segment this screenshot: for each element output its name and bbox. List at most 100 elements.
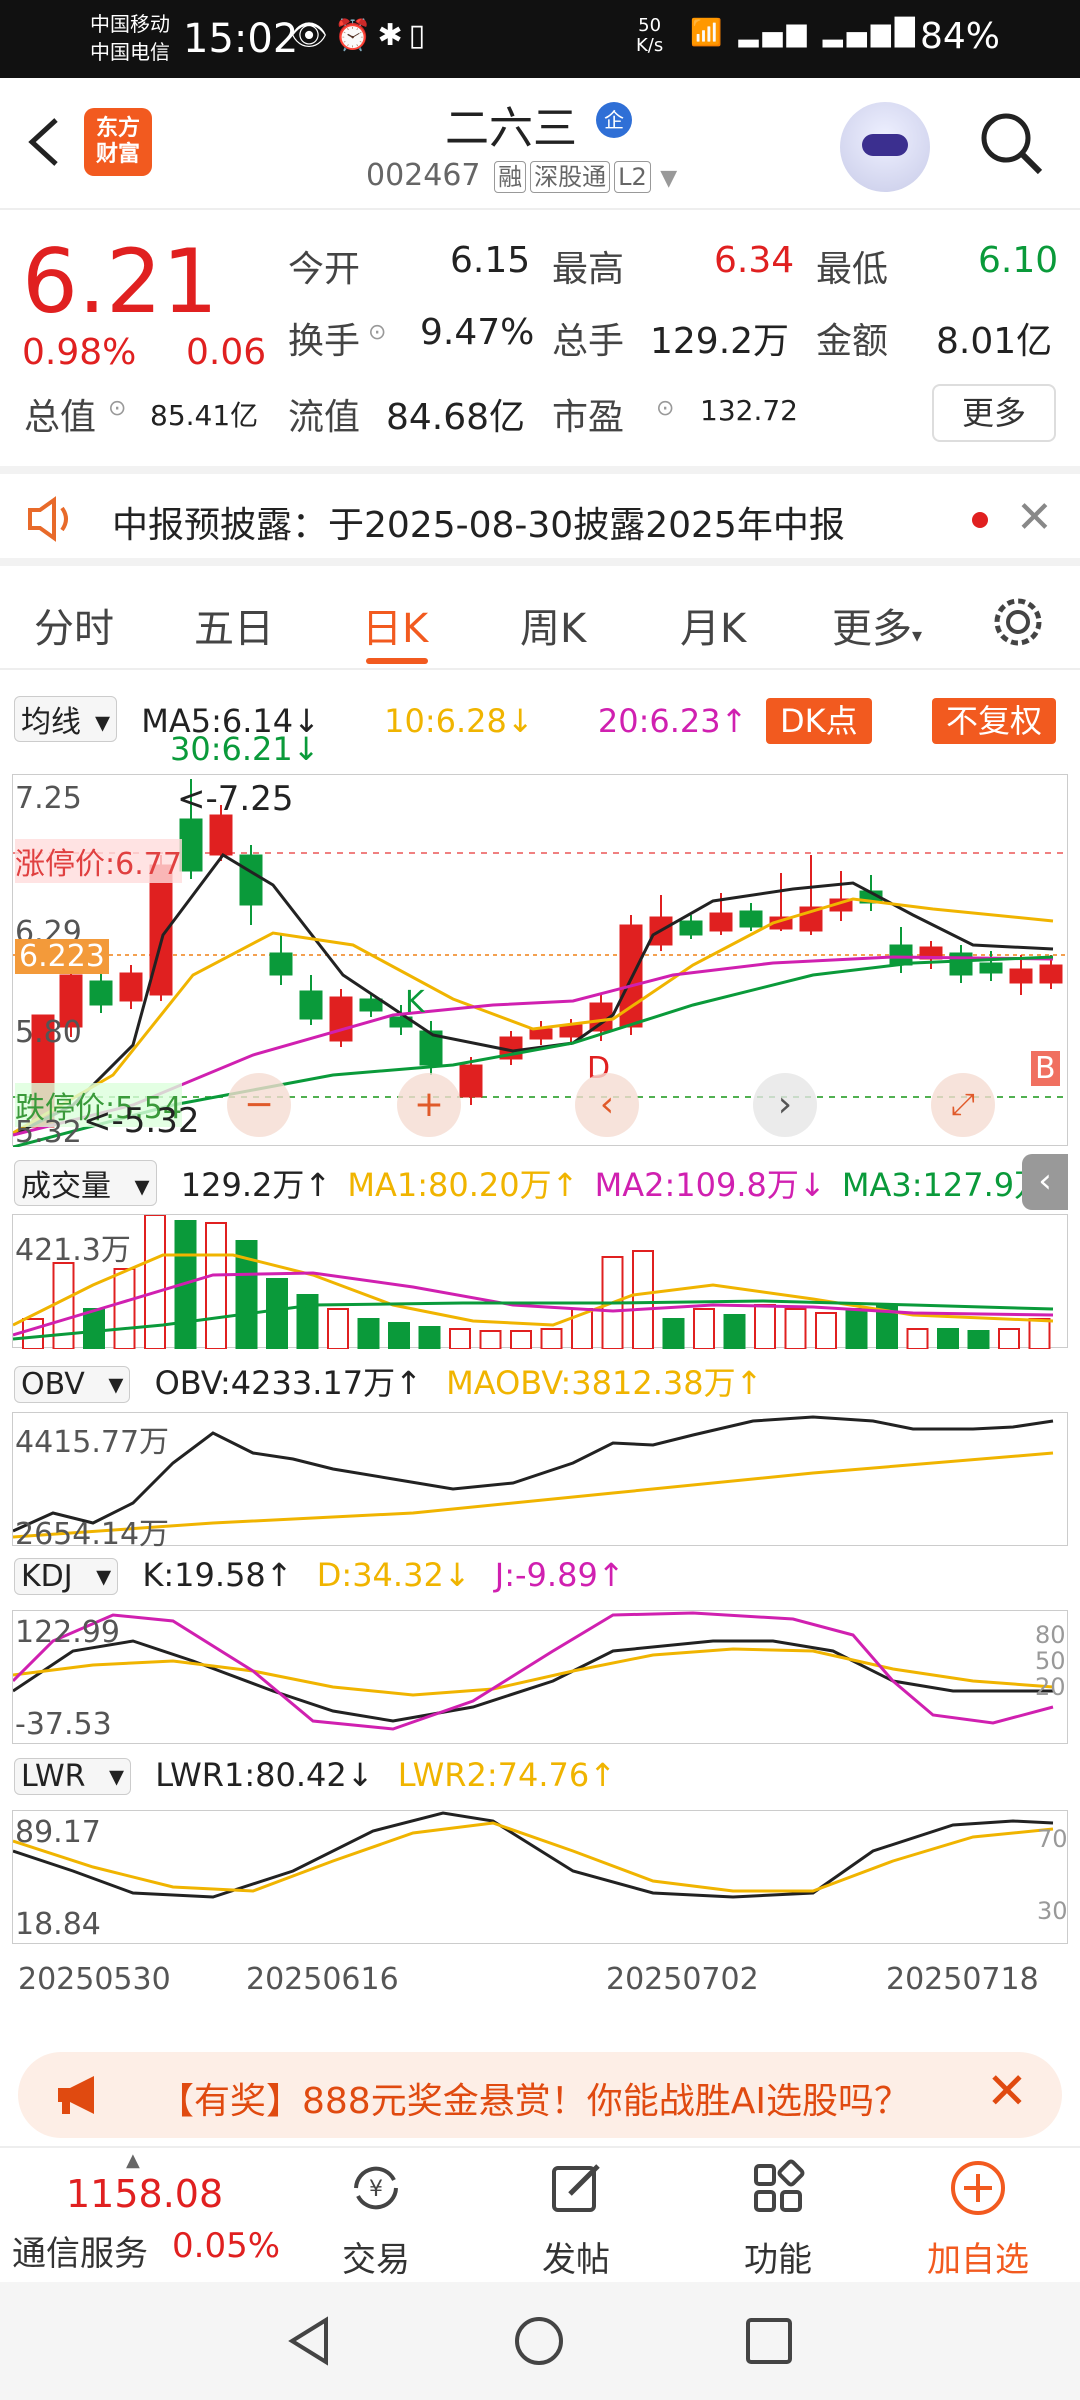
candle-body [359, 998, 383, 1012]
obv-chart: 4415.77万 2654.14万 [12, 1412, 1068, 1552]
kdj-selector-label: KDJ [21, 1559, 73, 1594]
volume-bar [357, 1318, 380, 1350]
tab-daily-k[interactable]: 日K [362, 596, 428, 654]
high-label: 最高 [552, 249, 625, 290]
speaker-icon [28, 496, 68, 542]
trade-button[interactable]: ¥ 交易 [306, 2148, 446, 2284]
collapse-panel-icon[interactable]: ‹ [1022, 1154, 1068, 1210]
volume-bar [845, 1308, 868, 1350]
lwr-selector-label: LWR [21, 1759, 86, 1794]
market-cap-label: 总值 [24, 397, 97, 438]
volume-bar [510, 1330, 532, 1350]
ma-selector[interactable]: 均线 ▾ [14, 696, 118, 742]
pe-value: 132.72 [700, 394, 798, 427]
volume-bar [632, 1250, 654, 1350]
nav-recents-icon[interactable] [742, 2314, 796, 2368]
pe-label: 市盈 [552, 397, 625, 438]
sector-index[interactable]: ▲ 1158.08 通信服务 0.05% [0, 2148, 290, 2284]
tab-weekly-k[interactable]: 周K [520, 596, 586, 654]
kline-chart[interactable]: 7.25 <-7.25 涨停价:6.77 6.29 6.223 5.80 跌停价… [12, 774, 1069, 1150]
candle-body [979, 962, 1003, 974]
fullscreen-icon[interactable]: ⤢ [931, 1073, 995, 1137]
scroll-right-icon[interactable]: › [753, 1073, 817, 1137]
lwr1-value: LWR1:80.42↓ [155, 1756, 374, 1794]
zoom-out-icon[interactable]: − [227, 1073, 291, 1137]
battery-level: 84% [920, 16, 1001, 57]
volume-max-label: 421.3万 [15, 1233, 131, 1268]
add-watchlist-button[interactable]: 加自选 [908, 2148, 1048, 2284]
volume-bar [815, 1312, 837, 1350]
nav-home-icon[interactable] [512, 2314, 566, 2368]
maobv-value: MAOBV:3812.38万↑ [446, 1364, 763, 1402]
more-button[interactable]: 更多 [932, 384, 1056, 442]
add-watchlist-label: 加自选 [927, 2240, 1029, 2280]
tag-l2: L2 [614, 161, 651, 193]
net-speed-unit: K/s [636, 35, 664, 56]
tab-five-day[interactable]: 五日 [194, 596, 274, 654]
candle-body [529, 1028, 553, 1040]
lwr-legend: LWR ▾ LWR1:80.42↓ LWR2:74.76↑ [14, 1756, 630, 1795]
info-icon[interactable]: ⊙ [656, 396, 674, 421]
low-marker: <-5.32 [83, 1101, 200, 1141]
current-price-tag: 6.223 [15, 939, 109, 974]
app-logo[interactable]: 东方 财富 [84, 108, 152, 176]
clock: 15:02 [183, 16, 299, 62]
search-icon[interactable] [976, 108, 1046, 178]
volume-label: 总手 [552, 321, 625, 362]
info-icon[interactable]: ⊙ [368, 320, 386, 345]
volume-selector-label: 成交量 [21, 1169, 111, 1204]
tab-timeshare[interactable]: 分时 [34, 596, 114, 654]
close-icon[interactable]: ✕ [986, 2062, 1028, 2120]
functions-button[interactable]: 功能 [708, 2148, 848, 2284]
nav-back-icon[interactable] [282, 2314, 336, 2368]
lwr-selector[interactable]: LWR ▾ [14, 1758, 132, 1795]
ma10-value: 10:6.28↓ [384, 702, 534, 740]
status-icons: 👁⏰✱▯ [290, 18, 432, 53]
obv-selector[interactable]: OBV ▾ [14, 1366, 131, 1403]
promo-banner[interactable]: 【有奖】888元奖金悬赏！你能战胜AI选股吗？ ✕ [18, 2052, 1062, 2138]
candle-body [1009, 968, 1033, 984]
grid-icon [754, 2159, 805, 2212]
scroll-left-icon[interactable]: ‹ [575, 1073, 639, 1137]
lwr-ref-70: 70 [1037, 1825, 1068, 1853]
obv-max-label: 4415.77万 [15, 1425, 170, 1460]
candle-body [459, 1064, 483, 1098]
dk-point-button[interactable]: DK点 [766, 698, 872, 744]
volume-bar [205, 1222, 227, 1350]
stock-code-row[interactable]: 002467 融深股通 L2 ▼ [366, 158, 677, 193]
amount-value: 8.01亿 [936, 321, 1053, 362]
tab-monthly-k[interactable]: 月K [680, 596, 746, 654]
change-amount: 0.06 [186, 332, 267, 373]
tab-more[interactable]: 更多▾ [832, 596, 922, 654]
kdj-selector[interactable]: KDJ ▾ [14, 1558, 119, 1595]
assistant-robot-avatar[interactable] [840, 102, 930, 192]
info-icon[interactable]: ⊙ [108, 396, 126, 421]
open-value: 6.15 [450, 240, 531, 281]
turnover-label: 换手 [288, 321, 361, 362]
candle-body [269, 952, 293, 976]
post-button[interactable]: 发帖 [506, 2148, 646, 2284]
close-icon[interactable]: ✕ [1016, 492, 1053, 543]
date-label-4: 20250718 [886, 1962, 1039, 1997]
tag-margin: 融 [494, 161, 527, 193]
stock-name: 二六三 [445, 103, 577, 154]
plus-circle-icon [951, 2161, 1005, 2215]
volume-legend: 成交量 ▾ 129.2万↑ MA1:80.20万↑ MA2:109.8万↓ MA… [14, 1160, 1080, 1206]
kdj-ref-20: 20 [1035, 1673, 1066, 1701]
zoom-in-icon[interactable]: + [397, 1073, 461, 1137]
low-label: 最低 [816, 249, 889, 290]
volume-bar [144, 1214, 166, 1350]
period-tabs: 分时 五日 日K 周K 月K 更多▾ [0, 574, 1080, 670]
dropdown-triangle-icon: ▾ [912, 623, 923, 647]
gear-icon[interactable] [990, 594, 1046, 650]
volume-bar [540, 1328, 563, 1350]
back-arrow-icon[interactable] [20, 112, 70, 172]
notice-bar[interactable]: 中报预披露：于2025-08-30披露2025年中报 ✕ [0, 466, 1080, 566]
high-value: 6.34 [714, 240, 795, 281]
volume-selector[interactable]: 成交量 ▾ [14, 1160, 157, 1206]
ma20-value: 20:6.23↑ [597, 702, 748, 740]
lwr-max-label: 89.17 [15, 1815, 101, 1850]
trade-label: 交易 [342, 2240, 410, 2280]
no-adjust-button[interactable]: 不复权 [932, 698, 1057, 744]
caret-up-icon: ▲ [126, 2150, 140, 2171]
